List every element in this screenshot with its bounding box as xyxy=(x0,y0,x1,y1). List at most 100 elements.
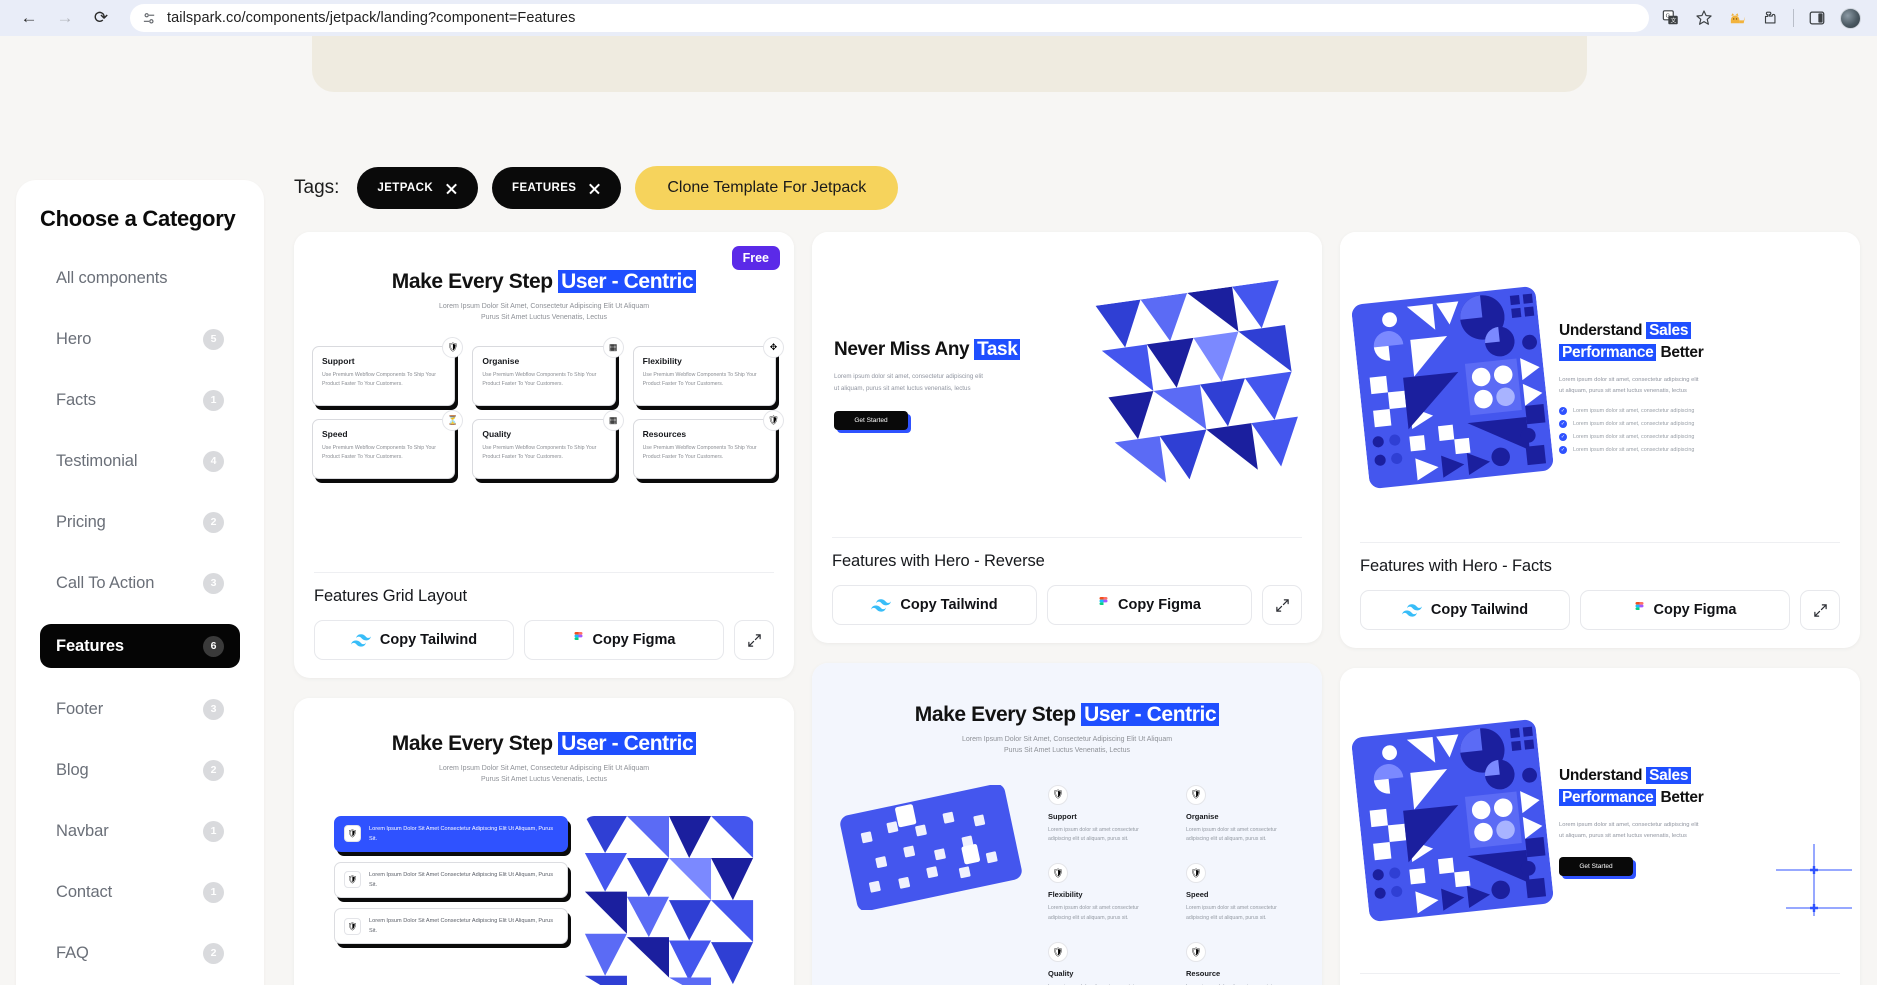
preview-feature-item: 🛡 Support Lorem ipsum dolor sit amet con… xyxy=(1048,784,1160,845)
card-features-with-hero[interactable]: Understand Sales Performance Better Lorem… xyxy=(1340,668,1860,985)
body-line-2: ut aliquam, purus sit amet luctus venena… xyxy=(1559,833,1687,840)
tag-pill-features[interactable]: FEATURES xyxy=(492,167,622,209)
card-preview: Make Every Step User - Centric Lorem Ips… xyxy=(812,663,1322,985)
feature-desc: Use Premium Webflow Components To Ship Y… xyxy=(322,371,436,387)
card-actions: Copy Tailwind Copy Figma xyxy=(1360,590,1840,630)
reload-icon[interactable]: ⟳ xyxy=(86,3,116,33)
heading-highlight: Task xyxy=(974,339,1021,361)
url-text: tailspark.co/components/jetpack/landing?… xyxy=(167,10,576,26)
preview-art-and-grid: 🛡 Support Lorem ipsum dolor sit amet con… xyxy=(812,784,1322,985)
sidebar-item-count: 4 xyxy=(203,450,224,472)
sidebar-item-all-components[interactable]: All components xyxy=(40,258,240,298)
copy-tailwind-button[interactable]: Copy Tailwind xyxy=(832,585,1037,625)
card-preview: Understand Sales Performance Better Lorem… xyxy=(1340,232,1860,542)
sidebar-item-navbar[interactable]: Navbar 1 xyxy=(40,811,240,851)
sidebar-item-blog[interactable]: Blog 2 xyxy=(40,750,240,790)
button-label: Copy Figma xyxy=(1118,597,1201,613)
profile-avatar[interactable] xyxy=(1840,7,1861,29)
card-features-grid-layout[interactable]: Free Make Every Step User - Centric Lore… xyxy=(294,232,794,678)
layers-icon: ▦ xyxy=(602,336,624,358)
check-icon: ✓ xyxy=(1559,420,1567,429)
cat-extension-icon[interactable] xyxy=(1727,8,1747,28)
sidebar-item-footer[interactable]: Footer 3 xyxy=(40,689,240,729)
copy-tailwind-button[interactable]: Copy Tailwind xyxy=(1360,590,1570,630)
sidebar-item-hero[interactable]: Hero 5 xyxy=(40,319,240,359)
sidebar-item-count: 2 xyxy=(203,511,224,533)
copy-tailwind-button[interactable]: Copy Tailwind xyxy=(314,620,514,660)
feature-title: Quality xyxy=(482,428,512,439)
preview-subtitle: Lorem Ipsum Dolor Sit Amet, Consectetur … xyxy=(812,735,1322,757)
tag-label: JETPACK xyxy=(377,182,434,194)
expand-button[interactable] xyxy=(734,620,774,660)
button-label: Copy Tailwind xyxy=(379,632,478,648)
sidebar-item-count: 3 xyxy=(203,698,224,720)
preview-feature-card: ✥ Flexibility Use Premium Webflow Compon… xyxy=(632,336,784,406)
sidebar-item-testimonial[interactable]: Testimonial 4 xyxy=(40,441,240,481)
tag-pill-jetpack[interactable]: JETPACK xyxy=(357,167,479,209)
preview-list: 🛡 Lorem Ipsum Dolor Sit Amet Consectetur… xyxy=(334,815,568,985)
clone-template-button[interactable]: Clone Template For Jetpack xyxy=(635,166,899,210)
flex-icon: ✥ xyxy=(762,336,784,358)
feature-title: Speed xyxy=(322,428,348,439)
feature-title: Resource xyxy=(1186,969,1221,979)
tailwind-icon xyxy=(1401,603,1422,617)
sidebar-item-contact[interactable]: Contact 1 xyxy=(40,872,240,912)
card-preview: Never Miss Any Task Lorem ipsum dolor si… xyxy=(812,232,1322,537)
sidebar-item-label: Pricing xyxy=(56,512,106,531)
feature-desc: Lorem ipsum dolor sit amet consectetur a… xyxy=(1048,905,1139,921)
checklist-item: ✓ Lorem ipsum dolor sit amet, consectetur… xyxy=(1559,407,1840,416)
preview-feature-item: 🛡 Organise Lorem ipsum dolor sit amet co… xyxy=(1186,784,1298,845)
preview-copy: Never Miss Any Task Lorem ipsum dolor si… xyxy=(834,339,1088,430)
puzzle-icon[interactable] xyxy=(1760,8,1780,28)
copy-figma-button[interactable]: Copy Figma xyxy=(524,620,724,660)
grid-column-1: Free Make Every Step User - Centric Lore… xyxy=(294,232,794,985)
checklist-item: ✓ Lorem ipsum dolor sit amet, consectetur… xyxy=(1559,433,1840,442)
list-item-text: Lorem Ipsum Dolor Sit Amet Consectetur A… xyxy=(369,825,554,842)
close-icon[interactable] xyxy=(445,182,458,195)
page-settings-icon[interactable] xyxy=(142,11,157,26)
preview-feature-card: ⏳ Speed Use Premium Webflow Components T… xyxy=(312,409,464,479)
card-title: Features Grid Layout xyxy=(314,587,467,605)
card-preview: Make Every Step User - Centric Lorem Ips… xyxy=(294,232,794,572)
card-features-with-hero-facts[interactable]: Understand Sales Performance Better Lorem… xyxy=(1340,232,1860,648)
get-started-button: Get Started xyxy=(834,410,908,430)
geometric-art xyxy=(1095,280,1305,489)
sidebar-item-label: Contact xyxy=(56,882,113,901)
heading-plain: Make Every Step xyxy=(914,703,1082,726)
sidebar-item-features[interactable]: Features 6 xyxy=(40,624,240,668)
tags-bar: Tags: JETPACK FEATURES Clone Template Fo… xyxy=(294,166,899,210)
preview-feature-item: 🛡 Resource Lorem ipsum dolor sit amet co… xyxy=(1186,942,1298,985)
heading-post: Better xyxy=(1656,789,1704,806)
copy-figma-button[interactable]: Copy Figma xyxy=(1580,590,1790,630)
sidebar-item-label: Blog xyxy=(56,760,89,779)
sidebar-item-count: 1 xyxy=(203,389,224,411)
expand-button[interactable] xyxy=(1262,585,1302,625)
sidebar-item-pricing[interactable]: Pricing 2 xyxy=(40,502,240,542)
preview-body: Lorem ipsum dolor sit amet, consectetur … xyxy=(1559,375,1840,397)
expand-button[interactable] xyxy=(1800,590,1840,630)
forward-arrow-icon[interactable]: → xyxy=(50,3,80,33)
close-icon[interactable] xyxy=(588,182,601,195)
list-item-text: Lorem Ipsum Dolor Sit Amet Consectetur A… xyxy=(369,871,554,888)
preview-heading: Never Miss Any Task xyxy=(834,339,1088,361)
geometric-art xyxy=(1351,286,1554,488)
translate-icon[interactable]: G 文 xyxy=(1661,8,1681,28)
card-features-with-hero-reverse[interactable]: Never Miss Any Task Lorem ipsum dolor si… xyxy=(812,232,1322,643)
copy-figma-button[interactable]: Copy Figma xyxy=(1047,585,1252,625)
side-panel-icon[interactable] xyxy=(1807,8,1827,28)
subtitle-line-1: Lorem Ipsum Dolor Sit Amet, Consectetur … xyxy=(438,765,650,772)
address-bar[interactable]: tailspark.co/components/jetpack/landing?… xyxy=(130,4,1649,32)
sidebar-item-facts[interactable]: Facts 1 xyxy=(40,380,240,420)
star-icon[interactable] xyxy=(1694,8,1714,28)
sidebar-item-faq[interactable]: FAQ 2 xyxy=(40,933,240,973)
card-features-list-layout[interactable]: Make Every Step User - Centric Lorem Ips… xyxy=(294,698,794,985)
list-item-text: Lorem Ipsum Dolor Sit Amet Consectetur A… xyxy=(369,917,554,934)
resources-icon: 🛡 xyxy=(1186,942,1206,963)
back-arrow-icon[interactable]: ← xyxy=(14,3,44,33)
sidebar-item-call-to-action[interactable]: Call To Action 3 xyxy=(40,563,240,603)
tailwind-icon xyxy=(350,633,371,647)
tags-label: Tags: xyxy=(294,177,340,198)
card-features-six-grid[interactable]: Make Every Step User - Centric Lorem Ips… xyxy=(812,663,1322,985)
button-label: Copy Figma xyxy=(1653,602,1737,618)
card-footer: Features Grid Layout Copy Tailwind Copy … xyxy=(294,573,794,678)
